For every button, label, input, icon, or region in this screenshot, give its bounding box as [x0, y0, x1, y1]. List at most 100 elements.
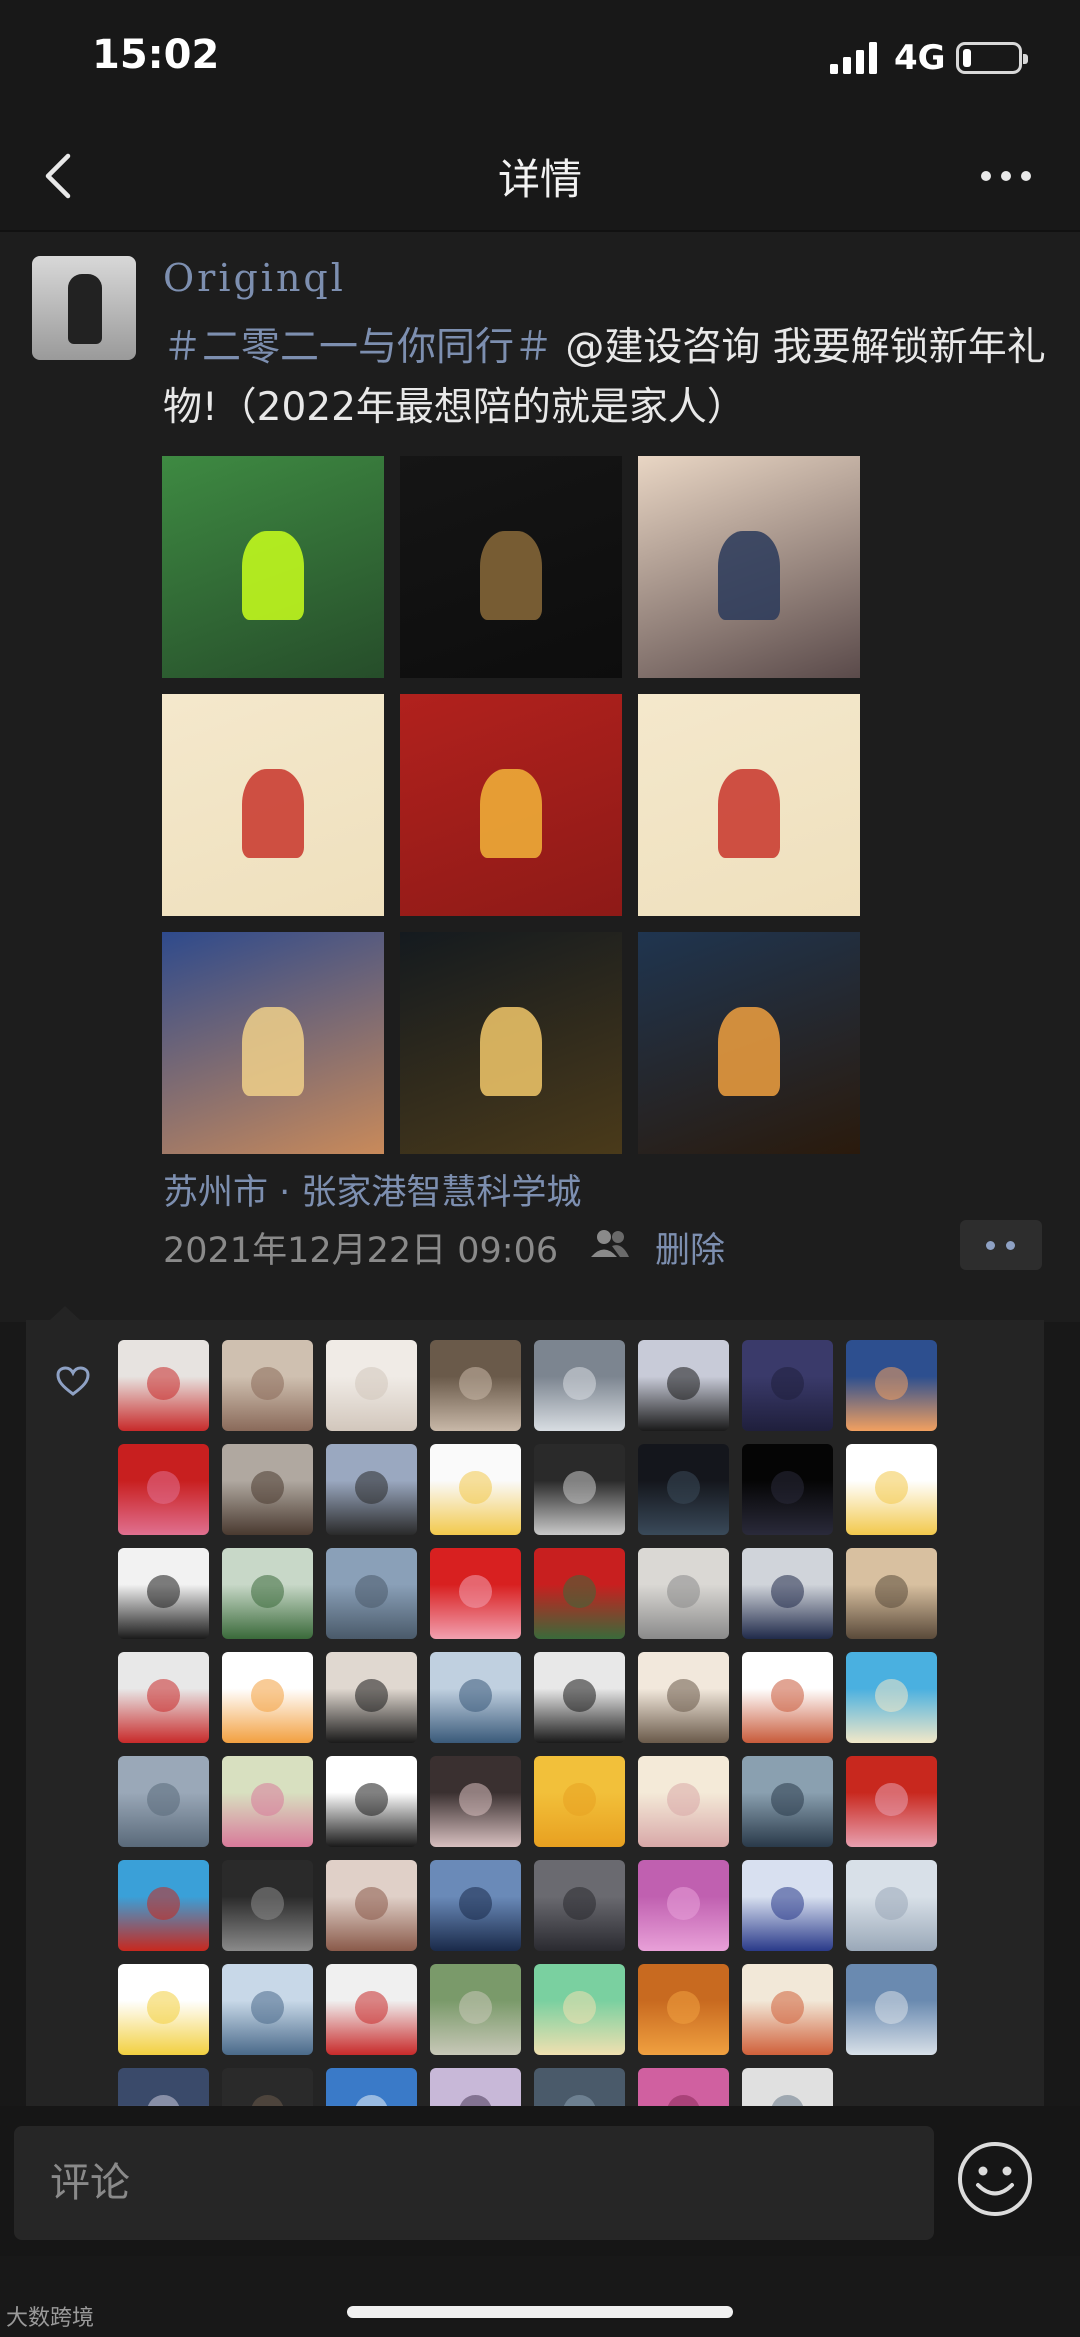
liker-avatar-figure [563, 1367, 596, 1401]
liker-avatar[interactable] [846, 1548, 937, 1639]
photo-castle[interactable] [400, 932, 622, 1154]
battery-level [963, 49, 971, 67]
liker-avatar-figure [355, 1471, 388, 1505]
liker-avatar[interactable] [118, 1756, 209, 1847]
liker-avatar[interactable] [430, 1340, 521, 1431]
photo-screenshot[interactable] [400, 456, 622, 678]
liker-avatar[interactable] [534, 1652, 625, 1743]
post-hashtag[interactable]: ＃二零二一与你同行＃ [163, 325, 553, 370]
liker-avatar[interactable] [638, 1756, 729, 1847]
liker-avatar[interactable] [326, 1964, 417, 2055]
liker-avatar-figure [563, 1679, 596, 1713]
liker-avatar-figure [355, 1991, 388, 2025]
liker-avatar[interactable] [118, 1652, 209, 1743]
liker-avatar[interactable] [742, 1860, 833, 1951]
liker-avatar[interactable] [742, 1756, 833, 1847]
photo-mascot-left[interactable] [162, 694, 384, 916]
photo-worker[interactable] [162, 456, 384, 678]
liker-avatar[interactable] [846, 1340, 937, 1431]
liker-avatar[interactable] [638, 1964, 729, 2055]
liker-avatar[interactable] [534, 1340, 625, 1431]
liker-avatar[interactable] [222, 1756, 313, 1847]
photo-skyline[interactable] [162, 932, 384, 1154]
liker-avatar[interactable] [742, 1444, 833, 1535]
username[interactable]: Originql [163, 256, 346, 300]
heart-icon [56, 1366, 90, 1396]
liker-avatar[interactable] [846, 1444, 937, 1535]
more-icon[interactable] [980, 164, 1032, 188]
liker-avatar[interactable] [430, 1860, 521, 1951]
delete-link[interactable]: 删除 [655, 1222, 725, 1273]
liker-avatar-figure [147, 1367, 180, 1401]
liker-avatar[interactable] [638, 1340, 729, 1431]
photo-gift[interactable] [400, 694, 622, 916]
page-title: 详情 [497, 155, 582, 204]
privacy-icon[interactable] [590, 1228, 630, 1258]
liker-avatar[interactable] [742, 1340, 833, 1431]
liker-avatar[interactable] [326, 1860, 417, 1951]
liker-avatar[interactable] [430, 1652, 521, 1743]
home-indicator[interactable] [347, 2306, 733, 2318]
liker-avatar[interactable] [326, 1756, 417, 1847]
photo-subject [717, 1007, 781, 1097]
avatar[interactable] [32, 256, 136, 360]
liker-avatar[interactable] [742, 1964, 833, 2055]
liker-avatar-figure [771, 1367, 804, 1401]
liker-avatar-figure [147, 1783, 180, 1817]
liker-avatar[interactable] [222, 1444, 313, 1535]
liker-avatar-figure [147, 1887, 180, 1921]
liker-avatar[interactable] [222, 1548, 313, 1639]
liker-avatar[interactable] [118, 1964, 209, 2055]
liker-avatar[interactable] [222, 1964, 313, 2055]
photo-subject [717, 531, 781, 621]
likes-panel [26, 1320, 1044, 2159]
liker-avatar[interactable] [222, 1860, 313, 1951]
liker-avatar[interactable] [430, 1444, 521, 1535]
liker-avatar[interactable] [534, 1756, 625, 1847]
emoji-icon[interactable] [956, 2140, 1034, 2218]
photo-night-lake[interactable] [638, 932, 860, 1154]
liker-avatar[interactable] [638, 1860, 729, 1951]
liker-avatar[interactable] [326, 1652, 417, 1743]
liker-avatar[interactable] [118, 1860, 209, 1951]
comment-input[interactable]: 评论 [14, 2126, 934, 2240]
liker-avatar-figure [355, 1783, 388, 1817]
liker-avatar[interactable] [430, 1548, 521, 1639]
liker-avatar-figure [771, 1679, 804, 1713]
location-label[interactable]: 苏州市 · 张家港智慧科学城 [163, 1164, 581, 1215]
liker-avatar[interactable] [222, 1652, 313, 1743]
liker-avatar[interactable] [326, 1340, 417, 1431]
photo-subject [479, 1007, 543, 1097]
liker-avatar[interactable] [118, 1444, 209, 1535]
liker-avatar[interactable] [430, 1756, 521, 1847]
photo-subject [479, 531, 543, 621]
liker-avatar[interactable] [534, 1860, 625, 1951]
photo-mascot-right[interactable] [638, 694, 860, 916]
liker-avatar[interactable] [222, 1340, 313, 1431]
liker-avatar[interactable] [846, 1860, 937, 1951]
liker-avatar[interactable] [846, 1756, 937, 1847]
more-actions-button[interactable] [960, 1220, 1042, 1270]
photo-couple[interactable] [638, 456, 860, 678]
liker-avatar[interactable] [118, 1340, 209, 1431]
liker-avatar-figure [771, 1575, 804, 1609]
liker-avatar[interactable] [326, 1548, 417, 1639]
liker-avatar[interactable] [534, 1548, 625, 1639]
status-time: 15:02 [92, 32, 220, 78]
liker-avatar[interactable] [326, 1444, 417, 1535]
liker-avatar[interactable] [638, 1444, 729, 1535]
liker-avatar[interactable] [430, 1964, 521, 2055]
liker-avatar[interactable] [638, 1652, 729, 1743]
liker-avatar[interactable] [742, 1652, 833, 1743]
liker-avatar[interactable] [534, 1964, 625, 2055]
liker-avatar[interactable] [846, 1652, 937, 1743]
liker-avatar[interactable] [534, 1444, 625, 1535]
photo-subject [241, 769, 305, 859]
liker-avatar[interactable] [846, 1964, 937, 2055]
liker-avatar[interactable] [638, 1548, 729, 1639]
liker-avatar[interactable] [742, 1548, 833, 1639]
photo-subject [241, 1007, 305, 1097]
liker-avatar-figure [563, 1783, 596, 1817]
liker-avatar[interactable] [118, 1548, 209, 1639]
avatar-figure [68, 274, 102, 344]
